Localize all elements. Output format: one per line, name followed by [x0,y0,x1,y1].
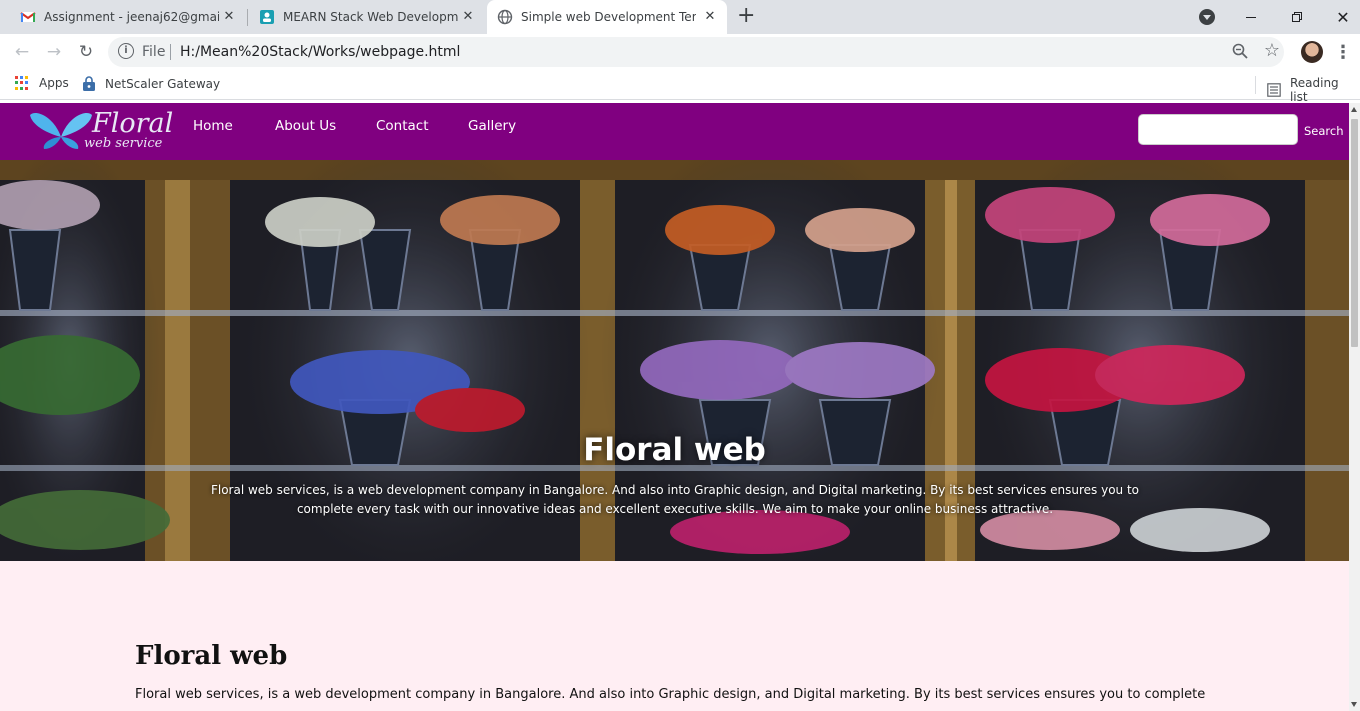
hero-text: Floral web services, is a web developmen… [210,483,1140,516]
scroll-up-arrow-icon[interactable] [1351,107,1357,112]
tab-title: MEARN Stack Web Development [283,10,458,24]
forward-arrow-icon[interactable]: → [40,38,68,66]
reading-list-button[interactable]: Reading list [1267,76,1360,104]
bookmark-netscaler[interactable]: NetScaler Gateway [81,76,220,92]
address-divider [170,44,171,60]
hero-banner: Floral web Floral web services, is a web… [0,160,1349,561]
bookmark-label: NetScaler Gateway [105,77,221,91]
tab-close-icon[interactable]: ✕ [222,10,236,24]
tab-gmail[interactable]: Assignment - jeenaj62@gmail.com ✕ [10,0,246,34]
zoom-icon[interactable] [1232,43,1248,59]
page-viewport: Floral web service Home About Us Contact… [0,103,1349,711]
page-scrollbar[interactable] [1349,103,1360,711]
minimize-icon[interactable] [1228,0,1274,34]
bookmark-label: Apps [39,76,69,90]
scheme-label: File [142,44,166,60]
bookmarks-bar: Apps NetScaler Gateway Reading list [0,70,1360,104]
tab-search-icon[interactable] [1199,9,1215,25]
logo-word-webservice: web service [84,136,163,151]
nav-contact[interactable]: Contact [376,118,429,134]
nav-about-us[interactable]: About Us [275,118,336,134]
apps-grid-icon [15,76,29,90]
restore-icon[interactable] [1274,0,1320,34]
nav-gallery[interactable]: Gallery [468,118,516,134]
tab-strip: Assignment - jeenaj62@gmail.com ✕ MEARN … [0,0,1360,34]
tab-title: Simple web Development Template [521,10,696,24]
url-text[interactable]: H:/Mean%20Stack/Works/webpage.html [180,44,460,60]
bookmark-star-icon[interactable]: ☆ [1264,40,1280,61]
bookmark-apps[interactable]: Apps [15,76,69,90]
profile-avatar[interactable] [1301,41,1323,63]
more-menu-icon[interactable]: ⋮ [1334,42,1352,63]
tab-close-icon[interactable]: ✕ [703,10,717,24]
site-search-button[interactable]: Search [1304,124,1344,138]
reading-list-icon [1267,83,1281,97]
tab-course[interactable]: MEARN Stack Web Development ✕ [249,0,485,34]
tab-close-icon[interactable]: ✕ [461,10,475,24]
hero-title: Floral web [583,432,766,468]
logo-word-floral: Floral [92,108,174,139]
reading-list-label: Reading list [1289,76,1339,104]
site-search-input[interactable] [1138,114,1298,145]
close-window-icon[interactable]: ✕ [1320,0,1360,34]
gmail-icon [20,12,36,22]
new-tab-button[interactable]: + [737,5,755,27]
scrollbar-thumb[interactable] [1351,119,1358,347]
address-bar[interactable]: i File H:/Mean%20Stack/Works/webpage.htm… [108,37,1284,67]
tab-divider [247,9,248,26]
course-icon [260,10,274,24]
nav-home[interactable]: Home [193,118,233,134]
section-title: Floral web [135,641,288,671]
scroll-down-arrow-icon[interactable] [1351,702,1357,707]
info-icon[interactable]: i [118,43,134,59]
site-logo[interactable]: Floral web service [28,105,173,153]
tab-active-template[interactable]: Simple web Development Template ✕ [487,0,727,34]
back-arrow-icon[interactable]: ← [8,38,36,66]
browser-toolbar: ← → ↻ i File H:/Mean%20Stack/Works/webpa… [0,34,1360,70]
section-text: Floral web services, is a web developmen… [135,687,1206,702]
globe-icon [497,9,513,25]
bookmarks-divider [1255,76,1256,94]
tab-title: Assignment - jeenaj62@gmail.com [44,10,219,24]
site-navbar: Floral web service Home About Us Contact… [0,103,1349,160]
netscaler-icon [83,76,95,91]
reload-icon[interactable]: ↻ [72,38,100,66]
